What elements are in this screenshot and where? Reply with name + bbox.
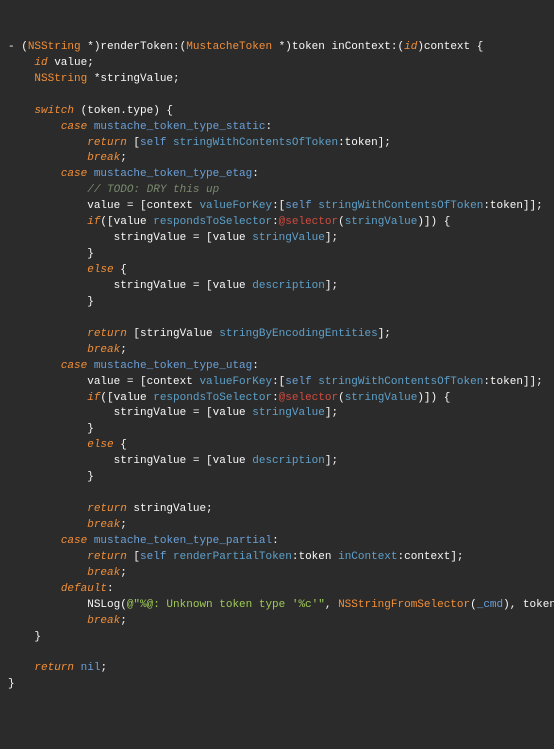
code-line: - (NSString *)renderToken:(MustacheToken… bbox=[8, 41, 483, 53]
code-line: if([value respondsToSelector:@selector(s… bbox=[87, 392, 450, 404]
code-line: value = [context valueForKey:[self strin… bbox=[87, 200, 543, 212]
code-line: if([value respondsToSelector:@selector(s… bbox=[87, 216, 450, 228]
code-line: } bbox=[34, 631, 41, 643]
code-line: break; bbox=[87, 519, 127, 531]
code-line: return nil; bbox=[34, 662, 107, 674]
code-line: return [self stringWithContentsOfToken:t… bbox=[87, 137, 391, 149]
code-line: case mustache_token_type_static: bbox=[61, 121, 272, 133]
code-line: value = [context valueForKey:[self strin… bbox=[87, 376, 543, 388]
code-line: id value; bbox=[34, 57, 93, 69]
code-line: break; bbox=[87, 152, 127, 164]
code-line: } bbox=[87, 248, 94, 260]
code-line: NSString *stringValue; bbox=[34, 73, 179, 85]
code-line: break; bbox=[87, 615, 127, 627]
code-line: } bbox=[87, 423, 94, 435]
code-line: return [stringValue stringByEncodingEnti… bbox=[87, 328, 391, 340]
code-line: } bbox=[87, 471, 94, 483]
code-line: return stringValue; bbox=[87, 503, 212, 515]
code-line: break; bbox=[87, 567, 127, 579]
code-comment: // TODO: DRY this up bbox=[87, 184, 219, 196]
code-block: - (NSString *)renderToken:(MustacheToken… bbox=[8, 40, 546, 693]
code-line: stringValue = [value stringValue]; bbox=[114, 407, 338, 419]
code-line: } bbox=[8, 678, 15, 690]
code-line: else { bbox=[87, 439, 127, 451]
code-line: case mustache_token_type_etag: bbox=[61, 168, 259, 180]
code-line: switch (token.type) { bbox=[34, 105, 173, 117]
code-line: default: bbox=[61, 583, 114, 595]
code-line: case mustache_token_type_utag: bbox=[61, 360, 259, 372]
code-line: } bbox=[87, 296, 94, 308]
code-line: stringValue = [value description]; bbox=[114, 455, 338, 467]
code-line: case mustache_token_type_partial: bbox=[61, 535, 279, 547]
code-line: else { bbox=[87, 264, 127, 276]
code-line: NSLog(@"%@: Unknown token type '%c'", NS… bbox=[87, 599, 554, 611]
code-line: break; bbox=[87, 344, 127, 356]
code-line: stringValue = [value stringValue]; bbox=[114, 232, 338, 244]
code-line: return [self renderPartialToken:token in… bbox=[87, 551, 463, 563]
code-line: stringValue = [value description]; bbox=[114, 280, 338, 292]
